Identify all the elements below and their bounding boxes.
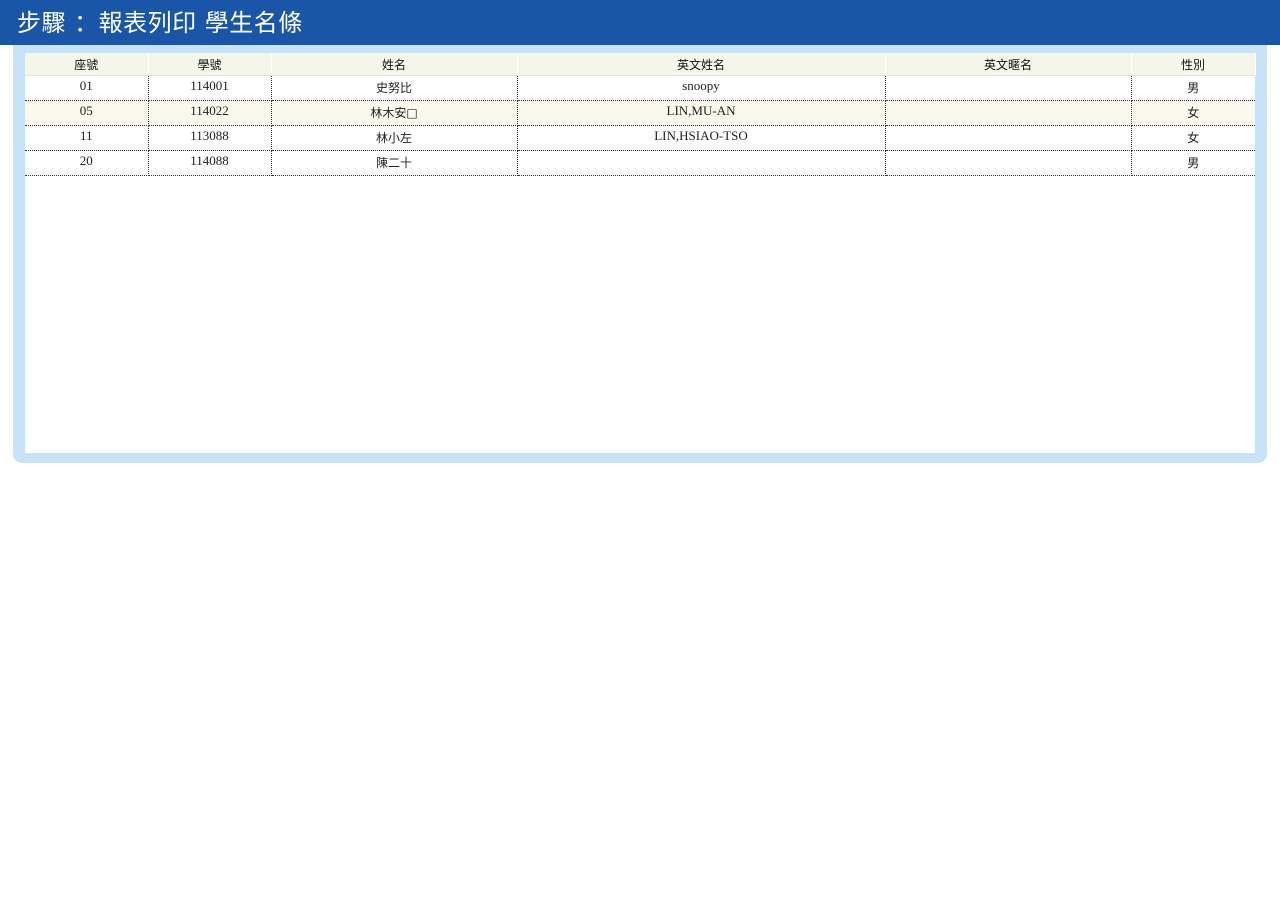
page-title: 步驟 ：報表列印 學生名條	[17, 9, 303, 37]
frame-corner	[13, 45, 23, 55]
cell-seat: 05	[25, 100, 149, 126]
cell-name: 史努比	[271, 75, 518, 101]
cell-english-nickname	[885, 125, 1132, 151]
table-row: 05 114022 林木安□ LIN,MU-AN 女	[25, 100, 1255, 126]
cell-english-nickname	[885, 150, 1132, 176]
cell-english-name: LIN,MU-AN	[517, 100, 886, 126]
table-row: 11 113088 林小左 LIN,HSIAO-TSO 女	[25, 125, 1255, 151]
table-row: 01 114001 史努比 snoopy 男	[25, 75, 1255, 101]
cell-name: 陳二十	[271, 150, 518, 176]
cell-english-name	[517, 150, 886, 176]
cell-student-id: 113088	[148, 125, 272, 151]
cell-student-id: 114022	[148, 100, 272, 126]
cell-seat: 11	[25, 125, 149, 151]
cell-seat: 20	[25, 150, 149, 176]
column-header-name: 姓名	[271, 53, 518, 76]
table-header-row: 座號 學號 姓名 英文姓名 英文暱名 性別	[25, 53, 1256, 76]
cell-seat: 01	[25, 75, 149, 101]
table-row: 20 114088 陳二十 男	[25, 150, 1255, 176]
cell-english-name: LIN,HSIAO-TSO	[517, 125, 886, 151]
cell-student-id: 114088	[148, 150, 272, 176]
student-roster-table: 座號 學號 姓名 英文姓名 英文暱名 性別 01 114001 史努比 snoo…	[25, 53, 1256, 176]
cell-english-nickname	[885, 75, 1132, 101]
column-header-english-nickname: 英文暱名	[885, 53, 1132, 76]
cell-name: 林小左	[271, 125, 518, 151]
column-header-gender: 性別	[1131, 53, 1256, 76]
cell-name: 林木安□	[271, 100, 518, 126]
cell-gender: 男	[1131, 75, 1255, 101]
page-header: 步驟 ：報表列印 學生名條	[0, 0, 1280, 45]
cell-english-nickname	[885, 100, 1132, 126]
column-header-english-name: 英文姓名	[517, 53, 886, 76]
cell-student-id: 114001	[148, 75, 272, 101]
report-panel: 座號 學號 姓名 英文姓名 英文暱名 性別 01 114001 史努比 snoo…	[25, 53, 1256, 453]
cell-english-name: snoopy	[517, 75, 886, 101]
cell-gender: 女	[1131, 125, 1255, 151]
column-header-student-id: 學號	[148, 53, 272, 76]
column-header-seat: 座號	[25, 53, 149, 76]
cell-gender: 女	[1131, 100, 1255, 126]
cell-gender: 男	[1131, 150, 1255, 176]
